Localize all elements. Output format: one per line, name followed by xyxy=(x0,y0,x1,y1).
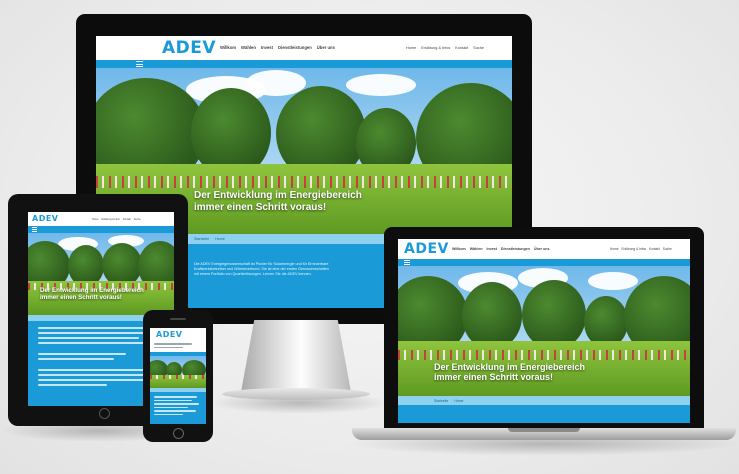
menu-bar xyxy=(28,226,174,233)
laptop-device: ADEV Willkom Wählen Invest Dienstleistun… xyxy=(384,227,704,430)
phone-nav xyxy=(154,343,202,351)
hero-title: Der Entwicklung im Energiebereich immer … xyxy=(194,190,362,213)
site-header: ADEV Willkom Wählen Invest Dienstleistun… xyxy=(96,36,512,60)
monitor-stand xyxy=(241,320,351,392)
laptop-notch xyxy=(508,428,580,432)
content-area xyxy=(150,392,206,424)
meta-nav-item[interactable]: Kontakt xyxy=(649,247,660,251)
menu-bar xyxy=(96,60,512,68)
hamburger-icon[interactable] xyxy=(32,227,37,232)
meta-nav-item[interactable]: Kontakt xyxy=(455,46,468,50)
breadcrumb-item[interactable]: Startseite xyxy=(434,399,448,403)
meta-nav-item[interactable]: Erklärung & Infos xyxy=(101,218,119,221)
hero-image: Der Entwicklung im Energiebereich immer … xyxy=(398,266,690,396)
site-logo[interactable]: ADEV xyxy=(156,330,183,339)
hero-title-line: immer einen Schritt voraus! xyxy=(434,372,554,383)
nav-item[interactable]: Dienstleistungen xyxy=(501,247,530,251)
monitor-stand-base xyxy=(222,388,370,400)
main-nav: Willkom Wählen Invest Dienstleistungen Ü… xyxy=(220,45,335,50)
hero-title-line: Der Entwicklung im Energiebereich xyxy=(194,190,362,201)
phone-website: ADEV xyxy=(150,328,206,424)
meta-nav-item[interactable]: Home xyxy=(610,247,619,251)
phone-device: ADEV xyxy=(143,310,213,442)
meta-nav-item[interactable]: Kontakt xyxy=(123,218,131,221)
meta-nav: Home Erklärung & Infos Kontakt Suche xyxy=(610,247,672,251)
site-header: ADEV xyxy=(150,328,206,342)
home-button[interactable] xyxy=(99,408,110,419)
content-area xyxy=(398,405,690,423)
hero-title: Der Entwicklung im Energiebereich immer … xyxy=(434,362,585,383)
site-logo[interactable]: ADEV xyxy=(32,214,59,223)
meta-nav-item[interactable]: Erklärung & Infos xyxy=(622,247,646,251)
nav-item[interactable]: Invest xyxy=(487,247,497,251)
hamburger-icon[interactable] xyxy=(404,260,410,265)
hero-image: Der Entwicklung im Energiebereich immer … xyxy=(28,233,174,315)
meta-nav: Home Erklärung & Infos Kontakt Suche xyxy=(406,46,484,50)
meta-nav-item[interactable]: Home xyxy=(406,46,416,50)
nav-item[interactable]: Dienstleistungen xyxy=(278,45,312,50)
breadcrumb-item[interactable]: Startseite xyxy=(194,237,209,241)
breadcrumb: Startseite Home xyxy=(398,396,690,405)
site-logo[interactable]: ADEV xyxy=(162,38,216,58)
hero-title-line: immer einen Schritt voraus! xyxy=(40,294,122,302)
meta-nav-item[interactable]: Suche xyxy=(663,247,672,251)
hero-image xyxy=(150,356,206,388)
breadcrumb-item[interactable]: Home xyxy=(454,399,463,403)
nav-item[interactable]: Wählen xyxy=(470,247,483,251)
main-nav: Willkom Wählen Invest Dienstleistungen Ü… xyxy=(452,247,549,251)
nav-item[interactable]: Invest xyxy=(261,45,273,50)
nav-item[interactable]: Willkom xyxy=(220,45,236,50)
site-logo[interactable]: ADEV xyxy=(404,241,449,257)
meta-nav-item[interactable]: Suche xyxy=(473,46,484,50)
site-header: ADEV Home Erklärung & Infos Kontakt Such… xyxy=(28,212,174,226)
breadcrumb-item[interactable]: Home xyxy=(215,237,225,241)
nav-item[interactable]: Über uns xyxy=(317,45,335,50)
nav-item[interactable]: Wählen xyxy=(241,45,256,50)
hero-title: Der Entwicklung im Energiebereich immer … xyxy=(40,287,144,301)
meta-nav: Home Erklärung & Infos Kontakt Suche xyxy=(92,218,141,221)
menu-bar xyxy=(398,259,690,266)
meta-nav-item[interactable]: Erklärung & Infos xyxy=(421,46,450,50)
meta-nav-item[interactable]: Suche xyxy=(134,218,141,221)
hamburger-icon[interactable] xyxy=(136,61,143,67)
hero-title-line: immer einen Schritt voraus! xyxy=(194,201,327,213)
hero-title-line: Der Entwicklung im Energiebereich xyxy=(434,362,586,372)
site-header: ADEV Willkom Wählen Invest Dienstleistun… xyxy=(398,239,690,259)
phone-speaker xyxy=(170,318,186,320)
meta-nav-item[interactable]: Home xyxy=(92,218,98,221)
home-button[interactable] xyxy=(173,428,184,439)
laptop-website: ADEV Willkom Wählen Invest Dienstleistun… xyxy=(398,239,690,423)
nav-item[interactable]: Über uns xyxy=(534,247,550,251)
nav-item[interactable]: Willkom xyxy=(452,247,466,251)
